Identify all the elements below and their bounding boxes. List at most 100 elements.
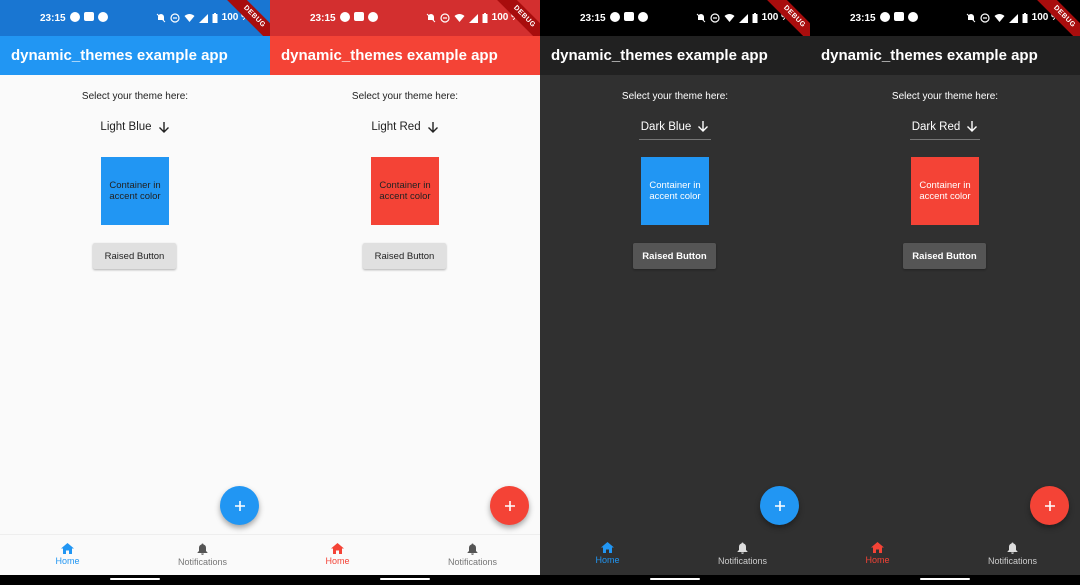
status-bar: 23:15 100 % DEBUG xyxy=(0,0,270,51)
bottom-navigation: Home Notifications xyxy=(270,534,540,576)
bottom-navigation: Home Notifications xyxy=(810,534,1080,575)
dnd-icon xyxy=(440,12,450,23)
home-icon xyxy=(61,543,74,554)
theme-dropdown[interactable]: Dark Red xyxy=(810,118,1080,140)
theme-dropdown[interactable]: Light Red xyxy=(270,118,540,140)
notification-icons xyxy=(340,12,378,22)
plus-icon xyxy=(504,500,515,511)
signal-icon xyxy=(198,13,208,23)
nav-item-notifications[interactable]: Notifications xyxy=(135,535,270,576)
bell-icon xyxy=(467,543,478,555)
bottom-navigation: Home Notifications xyxy=(0,534,270,576)
status-bar: 23:15 100 % DEBUG xyxy=(810,0,1080,51)
raised-button[interactable]: Raised Button xyxy=(903,243,986,269)
raised-button[interactable]: Raised Button xyxy=(633,243,716,269)
circle-badge-icon xyxy=(98,12,108,22)
raised-button[interactable]: Raised Button xyxy=(363,243,446,269)
wifi-icon xyxy=(994,13,1005,22)
notification-icons xyxy=(880,12,918,22)
accent-container-text: Container in accent color xyxy=(649,180,701,202)
nav-home-label: Home xyxy=(865,555,890,565)
nav-notifications-label: Notifications xyxy=(177,557,228,567)
status-time: 23:15 xyxy=(40,13,66,24)
nav-item-notifications[interactable]: Notifications xyxy=(945,534,1080,575)
add-fab-button[interactable] xyxy=(220,486,259,525)
nav-item-notifications[interactable]: Notifications xyxy=(405,535,540,576)
select-theme-label: Select your theme here: xyxy=(81,91,189,102)
status-bar: 23:15 100 % DEBUG xyxy=(540,0,810,51)
gesture-bar xyxy=(540,575,810,585)
signal-icon xyxy=(738,13,748,23)
accent-container-text: Container in accent color xyxy=(109,180,161,202)
app-title: dynamic_themes example app xyxy=(821,47,1038,64)
app-bar: dynamic_themes example app xyxy=(0,36,270,75)
battery-icon xyxy=(482,12,488,23)
home-gesture-handle[interactable] xyxy=(650,578,700,580)
battery-icon xyxy=(752,12,758,23)
wifi-icon xyxy=(724,13,735,22)
select-theme-label: Select your theme here: xyxy=(891,91,999,102)
app-notification-icon xyxy=(340,12,350,22)
arrow-down-icon xyxy=(967,121,978,132)
status-bar: 23:15 100 % DEBUG xyxy=(270,0,540,51)
add-fab-button[interactable] xyxy=(760,486,799,525)
dnd-icon xyxy=(170,12,180,23)
gesture-bar xyxy=(0,575,270,585)
plus-icon xyxy=(234,500,245,511)
select-theme-label: Select your theme here: xyxy=(351,91,459,102)
dropdown-value: Light Red xyxy=(371,121,421,133)
dropdown-value: Dark Red xyxy=(911,120,961,133)
nav-home-label: Home xyxy=(595,555,620,565)
select-theme-label: Select your theme here: xyxy=(621,91,729,102)
app-bar: dynamic_themes example app xyxy=(540,36,810,75)
nav-item-home[interactable]: Home xyxy=(270,535,405,576)
arrow-down-icon xyxy=(427,121,438,133)
status-right: 100 % xyxy=(966,12,1060,23)
home-gesture-handle[interactable] xyxy=(920,578,970,580)
battery-icon xyxy=(1022,12,1028,23)
arrow-down-icon xyxy=(698,121,709,132)
home-gesture-handle[interactable] xyxy=(110,578,160,580)
notification-icons xyxy=(70,12,108,22)
nav-notifications-label: Notifications xyxy=(717,556,768,566)
raised-button[interactable]: Raised Button xyxy=(93,243,176,269)
status-right: 100 % xyxy=(156,12,250,23)
circle-badge-icon xyxy=(638,12,648,22)
circle-badge-icon xyxy=(908,12,918,22)
bottom-navigation: Home Notifications xyxy=(540,534,810,575)
nav-home-label: Home xyxy=(55,556,80,566)
nav-item-home[interactable]: Home xyxy=(810,534,945,575)
nav-item-notifications[interactable]: Notifications xyxy=(675,534,810,575)
status-time: 23:15 xyxy=(850,13,876,24)
message-icon xyxy=(894,12,904,21)
dnd-icon xyxy=(710,12,720,23)
phone-screen: 23:15 100 % DEBUG dynamic_themes example… xyxy=(540,0,810,585)
app-title: dynamic_themes example app xyxy=(281,47,498,64)
nav-item-home[interactable]: Home xyxy=(0,535,135,576)
nav-item-home[interactable]: Home xyxy=(540,534,675,575)
accent-container: Container in accent color xyxy=(641,157,709,225)
nav-notifications-label: Notifications xyxy=(447,557,498,567)
battery-icon xyxy=(212,12,218,23)
app-notification-icon xyxy=(610,12,620,22)
status-time: 23:15 xyxy=(580,13,606,24)
phone-screen: 23:15 100 % DEBUG dynamic_themes example… xyxy=(0,0,270,585)
accent-container-text: Container in accent color xyxy=(379,180,431,202)
notification-icons xyxy=(610,12,648,22)
status-right: 100 % xyxy=(696,12,790,23)
circle-badge-icon xyxy=(368,12,378,22)
status-right: 100 % xyxy=(426,12,520,23)
app-notification-icon xyxy=(70,12,80,22)
mute-icon xyxy=(696,13,705,22)
dropdown-value: Light Blue xyxy=(100,121,152,133)
phone-screen: 23:15 100 % DEBUG dynamic_themes example… xyxy=(810,0,1080,585)
theme-dropdown[interactable]: Light Blue xyxy=(0,118,270,140)
wifi-icon xyxy=(454,13,465,22)
theme-dropdown[interactable]: Dark Blue xyxy=(540,118,810,140)
add-fab-button[interactable] xyxy=(490,486,529,525)
home-gesture-handle[interactable] xyxy=(380,578,430,580)
home-icon xyxy=(601,542,614,553)
mute-icon xyxy=(426,13,435,22)
accent-container: Container in accent color xyxy=(101,157,169,225)
add-fab-button[interactable] xyxy=(1030,486,1069,525)
